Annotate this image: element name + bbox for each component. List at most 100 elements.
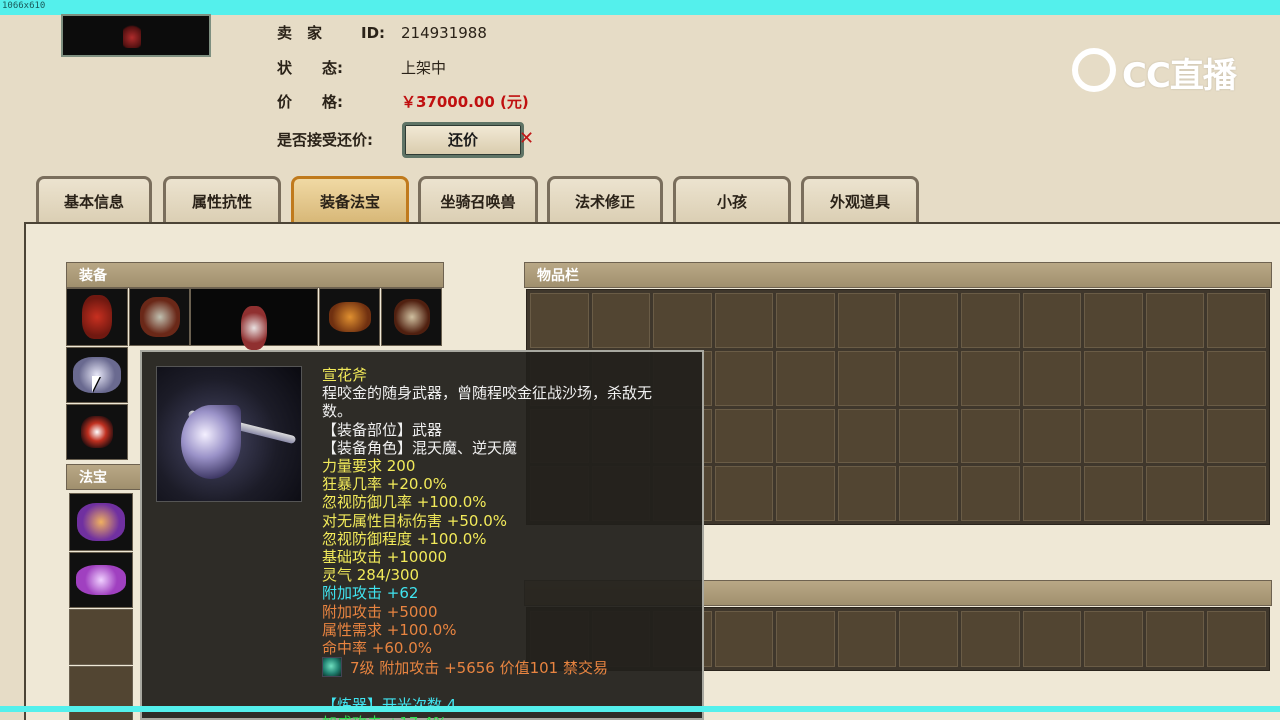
inventory-cell[interactable] [1207, 350, 1266, 406]
tooltip-line: 宣花斧 [322, 366, 698, 384]
cc-logo: CC直播 [1070, 42, 1250, 98]
tooltip-line-text: 附加攻击 +62 [322, 584, 419, 603]
tab-label: 外观道具 [829, 193, 890, 211]
equipment-slot-belt[interactable] [319, 288, 380, 346]
tooltip-line: 忽视防御几率 +100.0% [322, 493, 698, 511]
storage-cell[interactable] [961, 611, 1020, 667]
tooltip-line: 【装备角色】混天魔、逆天魔 [322, 439, 698, 457]
inventory-cell[interactable] [899, 466, 959, 521]
inventory-cell[interactable] [1207, 408, 1266, 464]
inventory-cell[interactable] [837, 350, 897, 406]
inventory-cell[interactable] [714, 350, 774, 406]
inventory-cell[interactable] [1084, 350, 1143, 406]
inventory-cell[interactable] [1145, 350, 1205, 406]
inventory-cell[interactable] [961, 293, 1020, 348]
top-bar: 1066x610 [0, 0, 1280, 15]
status-value: 上架中 [401, 59, 447, 77]
tooltip-line: 数。 [322, 402, 698, 420]
tooltip-line: 对无属性目标伤害 +50.0% [322, 512, 698, 530]
tooltip-line-text: 基础攻击 +10000 [322, 548, 448, 567]
tab-label: 属性抗性 [191, 193, 252, 211]
tooltip-line: 程咬金的随身武器，曾随程咬金征战沙场，杀敌无 [322, 384, 698, 402]
tooltip-line-text: 灵气 284/300 [322, 566, 420, 585]
tooltip-line-text: 狂暴几率 +20.0% [322, 475, 447, 494]
character-model [190, 288, 318, 351]
equipment-slot-armor[interactable] [66, 288, 128, 346]
tab-basic-info[interactable]: 基本信息 [36, 176, 152, 222]
mouse-cursor [92, 376, 100, 392]
window-size-label: 1066x610 [2, 1, 46, 11]
storage-cell[interactable] [1022, 611, 1082, 667]
inventory-cell[interactable] [714, 293, 774, 348]
inventory-cell[interactable] [1207, 466, 1266, 521]
inventory-cell[interactable] [899, 293, 959, 348]
treasure-slot-3[interactable] [69, 609, 133, 665]
treasure-slot-1[interactable] [69, 493, 133, 551]
inventory-cell[interactable] [961, 350, 1020, 406]
tooltip-line-text: 力量要求 200 [322, 457, 416, 476]
inventory-cell[interactable] [1022, 408, 1082, 464]
counter-offer-button[interactable]: 还价 [402, 122, 524, 158]
tab-equipment[interactable]: 装备法宝 [291, 176, 409, 222]
tooltip-line-text: 宣花斧 [322, 366, 368, 384]
inventory-cell[interactable] [530, 293, 589, 348]
inventory-cell[interactable] [714, 408, 774, 464]
inventory-cell[interactable] [1084, 293, 1143, 348]
tab-appearance[interactable]: 外观道具 [801, 176, 919, 222]
tab-label: 法术修正 [574, 193, 635, 211]
inventory-cell[interactable] [591, 293, 651, 348]
tab-label: 基本信息 [63, 193, 124, 211]
treasure-slot-2[interactable] [69, 552, 133, 608]
equipment-slot-necklace[interactable] [381, 288, 442, 346]
inventory-cell[interactable] [1145, 466, 1205, 521]
tooltip-line-text: 数。 [322, 402, 353, 421]
helmet-icon [139, 297, 180, 337]
inventory-cell[interactable] [776, 408, 835, 464]
inventory-cell[interactable] [776, 466, 835, 521]
tab-mounts[interactable]: 坐骑召唤兽 [418, 176, 538, 222]
inventory-cell[interactable] [653, 293, 712, 348]
seller-id-value: 214931988 [401, 24, 487, 42]
inventory-cell[interactable] [714, 466, 774, 521]
book-icon [76, 565, 126, 595]
inventory-cell[interactable] [1022, 350, 1082, 406]
equipment-slot-weapon[interactable] [66, 347, 128, 403]
storage-cell[interactable] [837, 611, 897, 667]
storage-cell[interactable] [1084, 611, 1143, 667]
equipment-slot-helmet[interactable] [129, 288, 190, 346]
inventory-cell[interactable] [1022, 293, 1082, 348]
inventory-cell[interactable] [1084, 408, 1143, 464]
storage-cell[interactable] [714, 611, 774, 667]
tooltip-line: 附加攻击 +62 [322, 584, 698, 602]
inventory-cell[interactable] [1145, 408, 1205, 464]
equipment-slot-shoes[interactable] [66, 404, 128, 460]
axe-blade [181, 405, 241, 479]
inventory-cell[interactable] [899, 408, 959, 464]
storage-cell[interactable] [1145, 611, 1205, 667]
inventory-cell[interactable] [1084, 466, 1143, 521]
inventory-cell[interactable] [776, 350, 835, 406]
tooltip-line: 7级 附加攻击 +5656 价值101 禁交易 [322, 657, 698, 678]
inventory-cell[interactable] [961, 466, 1020, 521]
inventory-cell[interactable] [1022, 466, 1082, 521]
tab-attributes[interactable]: 属性抗性 [163, 176, 281, 222]
equipment-section-title: 装备 [66, 262, 444, 288]
inventory-cell[interactable] [899, 350, 959, 406]
character-figure [123, 22, 141, 48]
inventory-cell[interactable] [837, 293, 897, 348]
storage-cell[interactable] [899, 611, 959, 667]
tab-child[interactable]: 小孩 [673, 176, 791, 222]
storage-cell[interactable] [776, 611, 835, 667]
tooltip-line-text: 对无属性目标伤害 +50.0% [322, 511, 507, 530]
tooltip-line-text: 忽视防御程度 +100.0% [322, 529, 487, 548]
inventory-cell[interactable] [961, 408, 1020, 464]
inventory-cell[interactable] [837, 408, 897, 464]
tab-spell-correction[interactable]: 法术修正 [547, 176, 663, 222]
inventory-cell[interactable] [1145, 293, 1205, 348]
inventory-cell[interactable] [1207, 293, 1266, 348]
tooltip-line: 忽视防御程度 +100.0% [322, 530, 698, 548]
inventory-cell[interactable] [776, 293, 835, 348]
cc-logo-icon [1072, 48, 1116, 92]
inventory-cell[interactable] [837, 466, 897, 521]
storage-cell[interactable] [1207, 611, 1266, 667]
